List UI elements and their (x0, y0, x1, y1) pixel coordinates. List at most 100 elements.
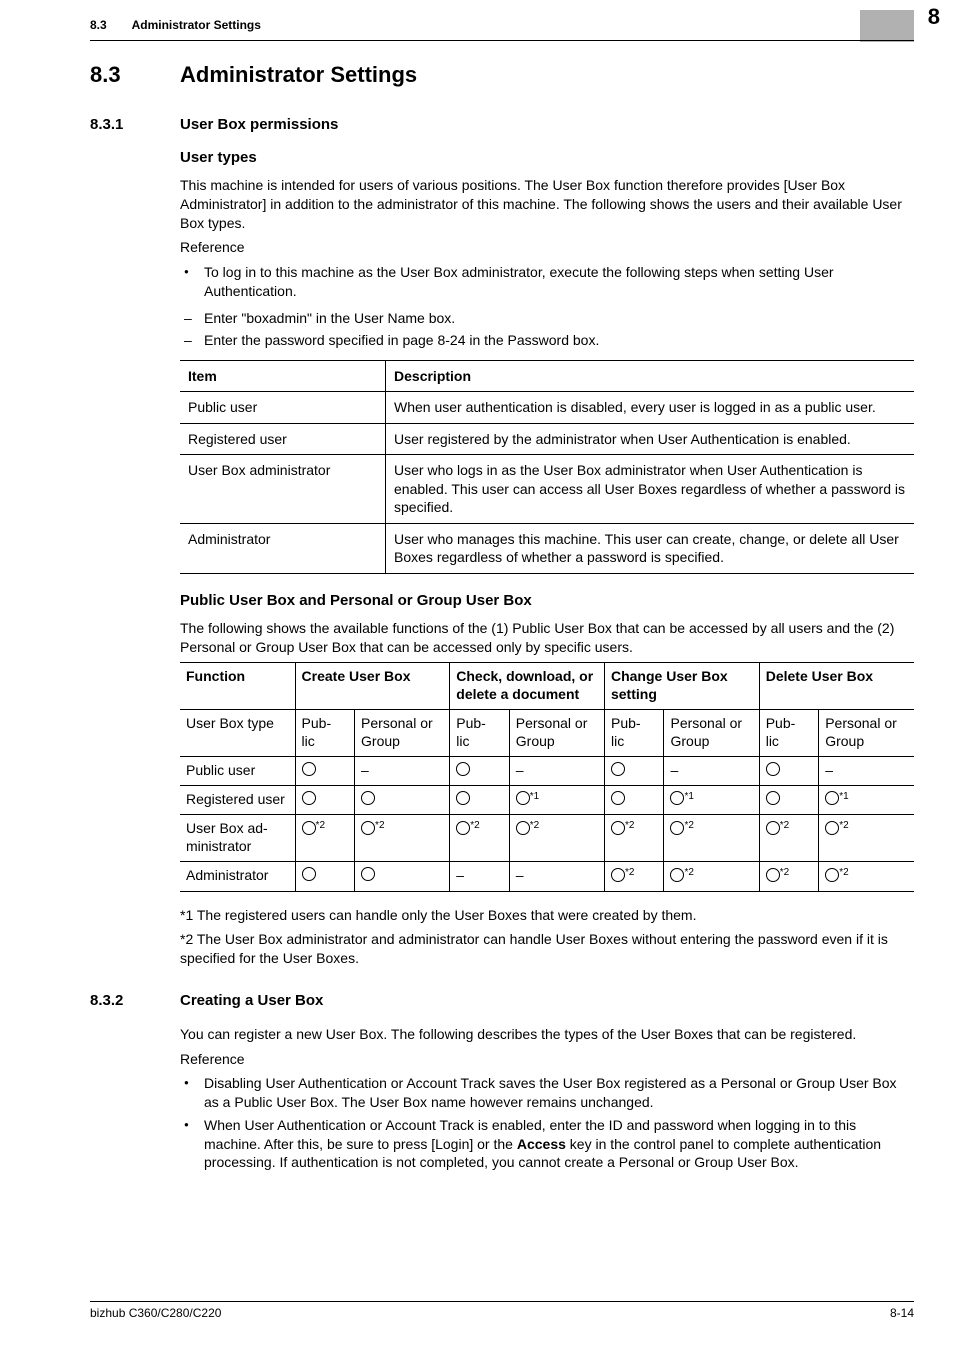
paragraph: The following shows the available functi… (180, 619, 914, 657)
circle-icon (825, 868, 839, 882)
bold-text: Access (517, 1136, 566, 1152)
circle-icon (611, 868, 625, 882)
reference-bullets: Disabling User Authentication or Account… (180, 1074, 914, 1172)
td: *2 (604, 815, 664, 862)
td (604, 785, 664, 815)
table-head-row: Function Create User Box Check, download… (180, 663, 914, 710)
td: Administrator (180, 862, 295, 892)
td: When user authentication is disabled, ev… (386, 392, 914, 423)
page-header: 8.3 Administrator Settings (90, 18, 914, 32)
td (450, 785, 510, 815)
circle-icon (766, 791, 780, 805)
h3-public-personal: Public User Box and Personal or Group Us… (180, 592, 914, 609)
td: *1 (819, 785, 914, 815)
td: *1 (664, 785, 759, 815)
td (450, 756, 510, 785)
circle-icon (766, 868, 780, 882)
td: *2 (604, 862, 664, 892)
function-matrix-table: Function Create User Box Check, download… (180, 662, 914, 891)
td: *2 (819, 862, 914, 892)
intro-paragraph: This machine is intended for users of va… (180, 176, 914, 232)
section-heading-2: 8.3.1 User Box permissions (90, 116, 914, 133)
footnote-1: *1 The registered users can handle only … (180, 906, 914, 925)
h2-title: User Box permissions (180, 116, 338, 133)
h2-number: 8.3.2 (90, 992, 180, 1009)
header-rule (90, 40, 914, 41)
td: *2 (819, 815, 914, 862)
reference-label: Reference (180, 238, 914, 257)
th-item: Item (180, 361, 386, 392)
td: Public user (180, 756, 295, 785)
footnote-2: *2 The User Box administrator and admini… (180, 930, 914, 968)
user-types-table: Item Description Public userWhen user au… (180, 360, 914, 574)
td: – (450, 862, 510, 892)
td: Registered user (180, 423, 386, 454)
footer-model: bizhub C360/C280/C220 (90, 1306, 221, 1320)
th-create: Create User Box (295, 663, 450, 710)
table-row: User Box administratorUser who logs in a… (180, 455, 914, 523)
td: Pub-lic (604, 710, 664, 757)
th-change: Change User Box setting (604, 663, 759, 710)
page-content: 8.3 Administrator Settings 8.3.1 User Bo… (90, 62, 914, 1180)
h3-user-types: User types (180, 149, 914, 166)
td (759, 785, 819, 815)
td (295, 756, 355, 785)
circle-icon (361, 791, 375, 805)
circle-icon (611, 821, 625, 835)
bullet-item: When User Authentication or Account Trac… (180, 1116, 914, 1172)
paragraph: You can register a new User Box. The fol… (180, 1025, 914, 1044)
td: User Box type (180, 710, 295, 757)
circle-icon (456, 762, 470, 776)
header-section-number: 8.3 (90, 18, 107, 32)
td: *1 (509, 785, 604, 815)
circle-icon (670, 821, 684, 835)
td: – (664, 756, 759, 785)
td: Personal or Group (355, 710, 450, 757)
page-footer: bizhub C360/C280/C220 8-14 (90, 1301, 914, 1320)
circle-icon (516, 791, 530, 805)
td: *2 (664, 862, 759, 892)
td: *2 (355, 815, 450, 862)
reference-label: Reference (180, 1050, 914, 1069)
td (604, 756, 664, 785)
td: *2 (509, 815, 604, 862)
td: Pub-lic (450, 710, 510, 757)
table-row: Public user – – – – (180, 756, 914, 785)
chapter-number: 8 (928, 4, 940, 30)
td: User Box administrator (180, 455, 386, 523)
td: Administrator (180, 523, 386, 573)
td: Pub-lic (759, 710, 819, 757)
circle-icon (670, 791, 684, 805)
td: – (509, 756, 604, 785)
td: User who manages this machine. This user… (386, 523, 914, 573)
circle-icon (456, 821, 470, 835)
td: Personal or Group (819, 710, 914, 757)
circle-icon (302, 762, 316, 776)
td (759, 756, 819, 785)
td: Registered user (180, 785, 295, 815)
circle-icon (516, 821, 530, 835)
section-heading-2: 8.3.2 Creating a User Box (90, 992, 914, 1009)
td (355, 862, 450, 892)
footer-page: 8-14 (890, 1306, 914, 1320)
reference-bullets: To log in to this machine as the User Bo… (180, 263, 914, 301)
td (355, 785, 450, 815)
reference-dashes: Enter "boxadmin" in the User Name box. E… (180, 309, 914, 351)
table-row: AdministratorUser who manages this machi… (180, 523, 914, 573)
td (295, 862, 355, 892)
td: Personal or Group (509, 710, 604, 757)
circle-icon (766, 762, 780, 776)
circle-icon (611, 762, 625, 776)
h2-title: Creating a User Box (180, 992, 323, 1009)
td: – (509, 862, 604, 892)
circle-icon (825, 821, 839, 835)
dash-item: Enter "boxadmin" in the User Name box. (180, 309, 914, 328)
td: *2 (759, 862, 819, 892)
header-section-title: Administrator Settings (132, 18, 261, 32)
circle-icon (456, 791, 470, 805)
bullet-item: Disabling User Authentication or Account… (180, 1074, 914, 1112)
table-row: Registered user *1 *1 *1 (180, 785, 914, 815)
dash-item: Enter the password specified in page 8-2… (180, 331, 914, 350)
td: *2 (664, 815, 759, 862)
th-function: Function (180, 663, 295, 710)
